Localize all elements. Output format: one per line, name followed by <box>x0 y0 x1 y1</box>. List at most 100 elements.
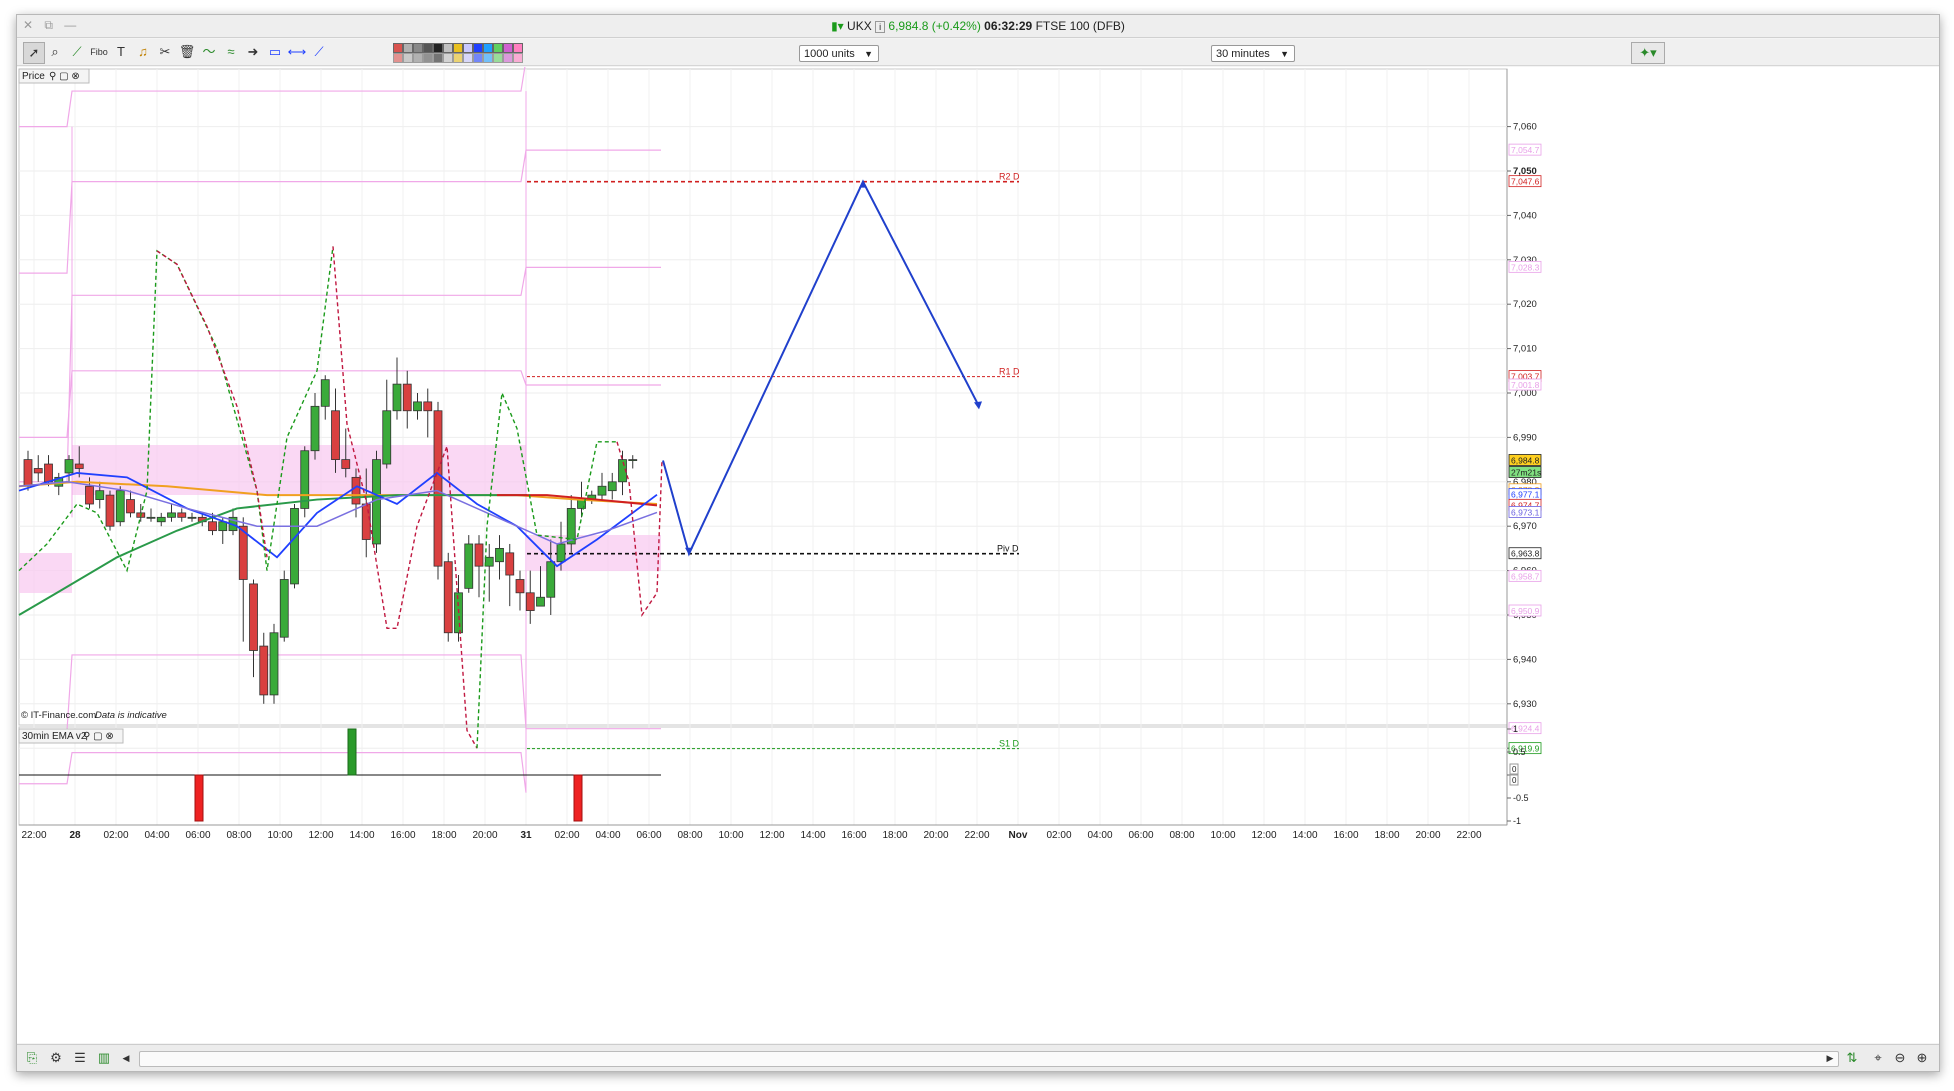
settings-icon[interactable]: ⚙ <box>47 1049 65 1067</box>
candle-body <box>341 459 351 469</box>
color-swatch[interactable] <box>403 53 413 63</box>
new-chart-icon[interactable]: ⎘ <box>23 1049 41 1067</box>
arrow-icon[interactable]: ➜ <box>243 42 263 62</box>
candle-body <box>536 596 545 607</box>
tools-icon[interactable]: ✂ <box>155 42 175 62</box>
color-swatch[interactable] <box>433 53 443 63</box>
color-swatch[interactable] <box>423 43 433 53</box>
list-icon[interactable]: ☰ <box>71 1049 89 1067</box>
zoom-out-icon[interactable]: ⊖ <box>1891 1049 1909 1067</box>
time-label: 20:00 <box>1415 830 1440 841</box>
color-swatch[interactable] <box>393 43 403 53</box>
candle-body <box>320 379 330 407</box>
zoom-in-icon[interactable]: ⊕ <box>1913 1049 1931 1067</box>
color-swatch[interactable] <box>473 53 483 63</box>
chart-style-icon[interactable]: ✦▾ <box>1631 42 1665 64</box>
value-zone <box>19 553 72 593</box>
market-up-icon: ▮▾ <box>831 19 844 33</box>
color-swatch[interactable] <box>473 43 483 53</box>
scroll-left-icon[interactable]: ◀ <box>117 1049 135 1067</box>
color-swatch[interactable] <box>493 43 503 53</box>
zoom-fit-icon[interactable]: ⌖ <box>1869 1049 1887 1067</box>
time-label: 06:00 <box>1128 830 1153 841</box>
color-swatch[interactable] <box>443 53 453 63</box>
color-swatch[interactable] <box>423 53 433 63</box>
candle-body <box>556 543 566 563</box>
color-swatch[interactable] <box>413 53 423 63</box>
time-label: 22:00 <box>1456 830 1481 841</box>
info-icon[interactable]: i <box>875 21 886 33</box>
time-label: 18:00 <box>1374 830 1399 841</box>
wave-icon[interactable]: 〜 <box>199 42 219 62</box>
price-tick-label: 6,970 <box>1513 521 1537 532</box>
timeframe-select[interactable]: 30 minutes ▼ <box>1211 45 1295 62</box>
time-label: 02:00 <box>103 830 128 841</box>
color-swatch[interactable] <box>493 53 503 63</box>
price-change: 6,984.8 (+0.42%) <box>888 19 981 33</box>
instrument-name: FTSE 100 (DFB) <box>1035 19 1125 33</box>
window-title: ▮▾ UKX i 6,984.8 (+0.42%) 06:32:29 FTSE … <box>17 19 1939 33</box>
pointer-icon[interactable]: ➚ <box>23 42 45 64</box>
color-swatch[interactable] <box>513 53 523 63</box>
color-swatch[interactable] <box>393 53 403 63</box>
candle-body <box>351 476 361 505</box>
time-label: 16:00 <box>841 830 866 841</box>
time-scrollbar[interactable] <box>139 1051 1839 1067</box>
color-swatch[interactable] <box>453 43 463 53</box>
color-swatch[interactable] <box>503 53 513 63</box>
color-swatch[interactable] <box>453 53 463 63</box>
time-label: 14:00 <box>800 830 825 841</box>
bottom-toolbar: ⎘ ⚙ ☰ ▥ ◀ ▶ ⇅ ⌖ ⊖ ⊕ <box>17 1044 1939 1071</box>
color-swatch[interactable] <box>463 43 473 53</box>
bars-icon[interactable]: ▥ <box>95 1049 113 1067</box>
candle-body <box>259 645 269 696</box>
candle-body <box>33 468 43 474</box>
rectangle-icon[interactable]: ▭ <box>265 42 285 62</box>
time-label: 06:00 <box>636 830 661 841</box>
chart-type-icon[interactable]: ⇅ <box>1843 1049 1861 1067</box>
color-swatch[interactable] <box>433 43 443 53</box>
candle-body <box>146 516 156 519</box>
candle-body <box>105 494 115 527</box>
horizontal-line-icon[interactable]: ⟷ <box>287 42 307 62</box>
drawing-toolbar: ➚ ⌕ ⟋ Fibo T ♫ ✂ 🗑 〜 ≈ ➜ ▭ ⟷ ⟋ 1000 unit… <box>17 39 1939 66</box>
units-select[interactable]: 1000 units ▼ <box>799 45 879 62</box>
line-icon[interactable]: ⟋ <box>309 42 329 62</box>
fibonacci-icon[interactable]: Fibo <box>89 42 109 62</box>
candle-body <box>423 401 433 412</box>
price-tick-label: 6,990 <box>1513 432 1537 443</box>
candle-body <box>413 401 422 412</box>
candle-body <box>85 485 94 505</box>
time-label: 16:00 <box>390 830 415 841</box>
color-swatch[interactable] <box>503 43 513 53</box>
time-label: 18:00 <box>431 830 456 841</box>
scroll-right-icon[interactable]: ▶ <box>1821 1049 1839 1067</box>
color-swatch[interactable] <box>483 43 493 53</box>
candle-body <box>64 459 74 474</box>
color-swatch[interactable] <box>463 53 473 63</box>
alarm-bell-icon[interactable]: ♫ <box>133 42 153 62</box>
indicator-panel <box>18 726 1508 826</box>
color-swatch[interactable] <box>483 53 493 63</box>
color-swatch[interactable] <box>403 43 413 53</box>
candle-body <box>474 543 484 567</box>
candle-body <box>433 410 443 567</box>
zoom-icon[interactable]: ⌕ <box>45 42 65 62</box>
text-icon[interactable]: T <box>111 42 131 62</box>
color-swatch[interactable] <box>443 43 453 53</box>
time-label: 04:00 <box>144 830 169 841</box>
time-label: 12:00 <box>1251 830 1276 841</box>
trendline-icon[interactable]: ⟋ <box>67 42 87 62</box>
chart-svg[interactable]: R2 D R1 D Piv D S1 D Price ⚲ ▢ ⊗ © IT-Finance.… <box>17 59 1939 1043</box>
time-label: 02:00 <box>554 830 579 841</box>
candle-body <box>269 632 279 696</box>
chart-area[interactable]: R2 D R1 D Piv D S1 D Price ⚲ ▢ ⊗ © IT-Finance.… <box>17 59 1939 1043</box>
measure-icon[interactable]: ≈ <box>221 42 241 62</box>
color-swatch[interactable] <box>413 43 423 53</box>
panel-header-icons: ⚲ ▢ ⊗ <box>83 731 114 742</box>
candle-body <box>628 459 638 462</box>
candle-body <box>443 561 453 634</box>
color-swatch[interactable] <box>513 43 523 53</box>
candle-body <box>495 547 504 563</box>
trash-icon[interactable]: 🗑 <box>177 42 197 62</box>
